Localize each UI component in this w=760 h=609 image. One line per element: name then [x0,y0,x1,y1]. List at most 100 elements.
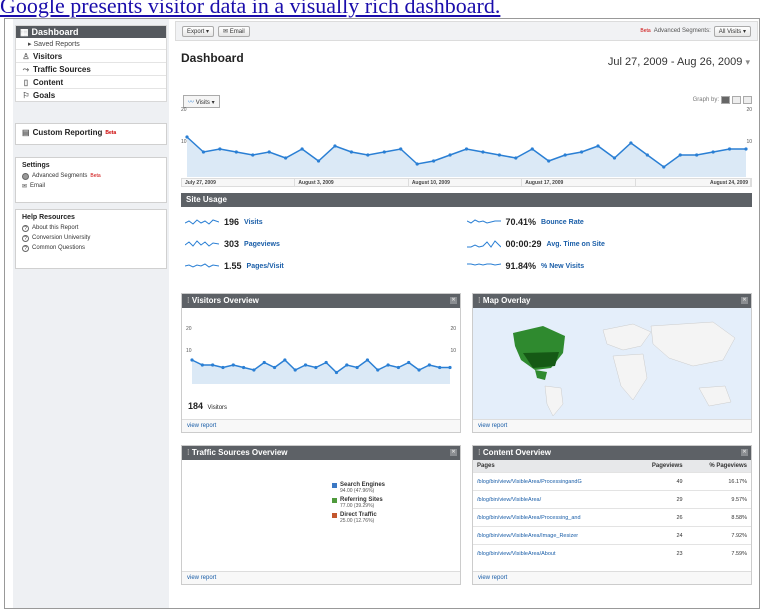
email-link[interactable]: ✉ Email [22,181,160,191]
table-row: /blog/bin/view/VisibleArea/29 9.57% [473,490,751,509]
metric-new-visits[interactable]: 91.84% % New Visits [466,255,749,277]
close-icon[interactable]: ✕ [741,297,748,304]
email-button[interactable]: ✉ Email [218,25,250,37]
data-point [530,147,534,151]
close-icon[interactable]: ✕ [450,297,457,304]
view-report-link[interactable]: view report [473,571,751,584]
pageviews-cell: 24 [632,526,687,545]
data-point [283,358,287,362]
sidebar-item-dashboard[interactable]: ▦ Dashboard [16,26,166,38]
sidebar-item-label: Goals [33,90,56,100]
y-axis-mid-label-right: 10 [450,348,456,354]
view-report-link[interactable]: view report [182,571,460,584]
metric-pageviews[interactable]: 303 Pageviews [185,233,467,255]
help-resources-box: Help Resources ? About this Report ? Conve… [15,209,167,269]
graph-by-month-button[interactable] [743,96,752,104]
page-link[interactable]: /blog/bin/view/VisibleArea/Image_Resizer [473,526,633,545]
graph-by-control: Graph by: [693,96,752,104]
date-range-picker[interactable]: Jul 27, 2009 - Aug 26, 2009 ▾ [608,56,750,68]
sidebar: ▦ Dashboard ▸ Saved Reports ♙ Visitors ⤳ T… [13,19,169,608]
europe-shape [602,323,652,351]
export-button[interactable]: Export ▾ [182,25,215,37]
data-point [415,162,419,166]
data-point [579,150,584,154]
data-point [407,360,411,365]
legend-swatch [332,498,337,503]
sparkline-icon [185,263,219,268]
page-title: Dashboard [181,51,244,65]
visitors-line-chart [190,358,452,384]
sidebar-item-visitors[interactable]: ♙ Visitors [16,49,166,62]
drag-handle-icon[interactable]: ⁞ [187,296,190,305]
y-axis-top-label-right: 20 [450,326,456,332]
legend-item: Referring Sites 77.00 (39.29%) [332,497,385,509]
data-point [382,150,386,154]
figure-caption[interactable]: Google presents visitor data in a visual… [0,0,760,18]
data-point [448,365,452,370]
data-point [448,153,452,157]
drag-handle-icon[interactable]: ⁞ [478,296,481,305]
sidebar-item-content[interactable]: ▯ Content [16,75,166,88]
sidebar-item-traffic-sources[interactable]: ⤳ Traffic Sources [16,62,166,75]
metric-selector-label: Visits ▾ [195,100,215,106]
sidebar-item-goals[interactable]: ⚐ Goals [16,88,166,101]
column-header[interactable]: Pageviews [632,460,687,473]
segments-icon [22,172,29,180]
data-point [464,147,469,151]
traffic-sources-panel: ⁞ Traffic Sources Overview ✕ Search Engin… [181,445,461,585]
drag-handle-icon[interactable]: ⁞ [478,448,481,457]
graph-by-week-button[interactable] [732,96,741,104]
world-map[interactable] [473,308,751,420]
beta-badge: Beta [90,173,101,179]
drag-handle-icon[interactable]: ⁞ [187,448,190,457]
close-icon[interactable]: ✕ [450,449,457,456]
email-label: Email [30,183,46,189]
data-point [303,363,308,367]
traffic-icon: ⤳ [22,64,30,74]
world-map-graphic [513,321,736,417]
site-usage-metrics: 196 Visits 70.41% Bounce Rate 303 Pageviews… [181,207,752,277]
content-table: Pages Pageviews % Pageviews /blog/bin/vi… [473,460,751,563]
united-states-shape [523,352,559,368]
page-link[interactable]: /blog/bin/view/VisibleArea/Processingand… [473,472,633,491]
advanced-segments-link[interactable]: Advanced Segments Beta [22,171,160,181]
sparkline-icon [466,240,501,248]
custom-reporting-link[interactable]: ▤ Custom Reporting Beta [22,128,160,137]
page-link[interactable]: /blog/bin/view/VisibleArea/Processing_an… [473,508,633,527]
sparkline-icon [185,240,219,247]
metric-visits[interactable]: 196 Visits [185,211,467,233]
pageviews-cell: 49 [632,472,687,491]
help-link-conversion-university[interactable]: ? Conversion University [22,233,160,243]
page-link[interactable]: /blog/bin/view/VisibleArea/ [473,490,633,509]
page-link[interactable]: /blog/bin/view/VisibleArea/About [473,544,633,563]
y-axis-mid-label: 10 [181,139,187,145]
table-row: /blog/bin/view/VisibleArea/Image_Resizer… [473,526,751,545]
help-link-common-questions[interactable]: ? Common Questions [22,243,160,253]
panel-title: Content Overview [482,448,551,457]
pageviews-cell: 29 [632,490,687,509]
date-label: July 27, 2009 [182,179,296,186]
saved-reports-link[interactable]: ▸ Saved Reports [16,38,166,49]
panel-title: Site Usage [186,195,227,204]
segment-select[interactable]: All Visits ▾ [713,25,751,37]
view-report-link[interactable]: view report [473,419,751,432]
map-overlay-header: ⁞ Map Overlay ✕ [473,294,751,308]
close-icon[interactable]: ✕ [741,449,748,456]
metric-pages-per-visit[interactable]: 1.55 Pages/Visit [185,255,467,277]
metric-label: Bounce Rate [541,218,584,226]
y-axis-mid-label-right: 10 [746,139,752,145]
data-point [678,153,682,157]
metric-avg-time-on-site[interactable]: 00:00:29 Avg. Time on Site [466,233,749,255]
graph-by-day-button[interactable] [721,96,730,104]
segments-control: Beta Advanced Segments: All Visits ▾ [640,25,751,37]
help-link-about[interactable]: ? About this Report [22,223,160,233]
data-point [251,153,255,157]
column-header[interactable]: Pages [473,460,633,473]
column-header[interactable]: % Pageviews [686,460,751,473]
analytics-window: ▦ Dashboard ▸ Saved Reports ♙ Visitors ⤳ T… [4,18,760,609]
view-report-link[interactable]: view report [182,419,460,432]
data-point [514,156,518,160]
percent-cell: 7.92% [686,526,751,545]
metric-bounce-rate[interactable]: 70.41% Bounce Rate [466,211,749,233]
data-point [345,363,349,367]
